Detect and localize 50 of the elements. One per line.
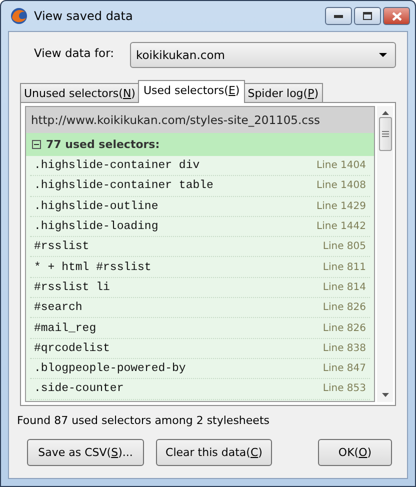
line-number: Line 1442 bbox=[316, 221, 366, 232]
line-number: Line 826 bbox=[322, 322, 366, 334]
selector-text: .highslide-outline bbox=[34, 200, 158, 213]
minimize-button[interactable] bbox=[325, 7, 352, 25]
scrollbar[interactable] bbox=[377, 106, 393, 402]
dropdown-arrow-icon bbox=[379, 53, 387, 57]
selector-text: .blogpeople-powered-by bbox=[34, 362, 186, 376]
dialog-button[interactable]: OK(O) bbox=[318, 439, 392, 466]
selector-text: #search bbox=[34, 301, 82, 314]
close-button[interactable] bbox=[383, 7, 410, 25]
minimize-icon bbox=[334, 14, 343, 18]
site-dropdown[interactable]: koikikukan.com bbox=[130, 42, 396, 68]
window-title: View saved data bbox=[34, 9, 134, 23]
selector-text: #mail_reg bbox=[34, 322, 96, 335]
line-number: Line 826 bbox=[322, 302, 366, 314]
line-number: Line 814 bbox=[322, 282, 366, 293]
line-number: Line 838 bbox=[322, 342, 366, 354]
line-number: Line 811 bbox=[322, 262, 366, 273]
line-number: Line 853 bbox=[322, 383, 366, 394]
selector-text: .highslide-loading bbox=[34, 220, 158, 234]
selector-text: .highslide-container table bbox=[34, 179, 214, 192]
status-text: Found 87 used selectors among 2 stylesheets bbox=[17, 414, 270, 427]
line-number: Line 1429 bbox=[316, 200, 366, 212]
selector-text: * + html #rsslist bbox=[34, 260, 152, 274]
dialog-button[interactable]: Save as CSV(S)... bbox=[27, 439, 144, 466]
browser-logo-icon bbox=[10, 7, 28, 25]
line-number: Line 805 bbox=[322, 241, 366, 252]
grip-icon bbox=[382, 131, 388, 137]
scroll-up-icon[interactable] bbox=[382, 111, 388, 115]
tab[interactable]: Spider log(P) bbox=[244, 83, 323, 103]
scroll-down-icon[interactable] bbox=[382, 393, 388, 397]
tab[interactable]: Used selectors(E) bbox=[138, 80, 245, 103]
line-number: Line 1404 bbox=[316, 160, 366, 172]
tab[interactable]: Unused selectors(N) bbox=[20, 83, 140, 103]
selector-text: #qrcodelist bbox=[34, 342, 110, 355]
maximize-icon bbox=[363, 12, 372, 20]
close-icon bbox=[392, 12, 402, 20]
group-label: 77 used selectors: bbox=[46, 138, 160, 151]
maximize-button[interactable] bbox=[354, 7, 381, 25]
stylesheet-url: http://www.koikikukan.com/styles-site_201105.css bbox=[26, 107, 374, 133]
selector-text: #rsslist li bbox=[34, 280, 110, 294]
field-label: View data for: bbox=[34, 46, 114, 60]
line-number: Line 1408 bbox=[316, 180, 366, 192]
collapse-icon[interactable] bbox=[32, 140, 41, 149]
selector-text: .side-counter bbox=[34, 382, 124, 396]
line-number: Line 847 bbox=[322, 363, 366, 374]
dialog-button[interactable]: Clear this data(C) bbox=[156, 439, 272, 466]
selector-text: .highslide-container div bbox=[34, 159, 200, 172]
selector-text: #rsslist bbox=[34, 240, 90, 254]
scroll-thumb[interactable] bbox=[378, 117, 392, 151]
